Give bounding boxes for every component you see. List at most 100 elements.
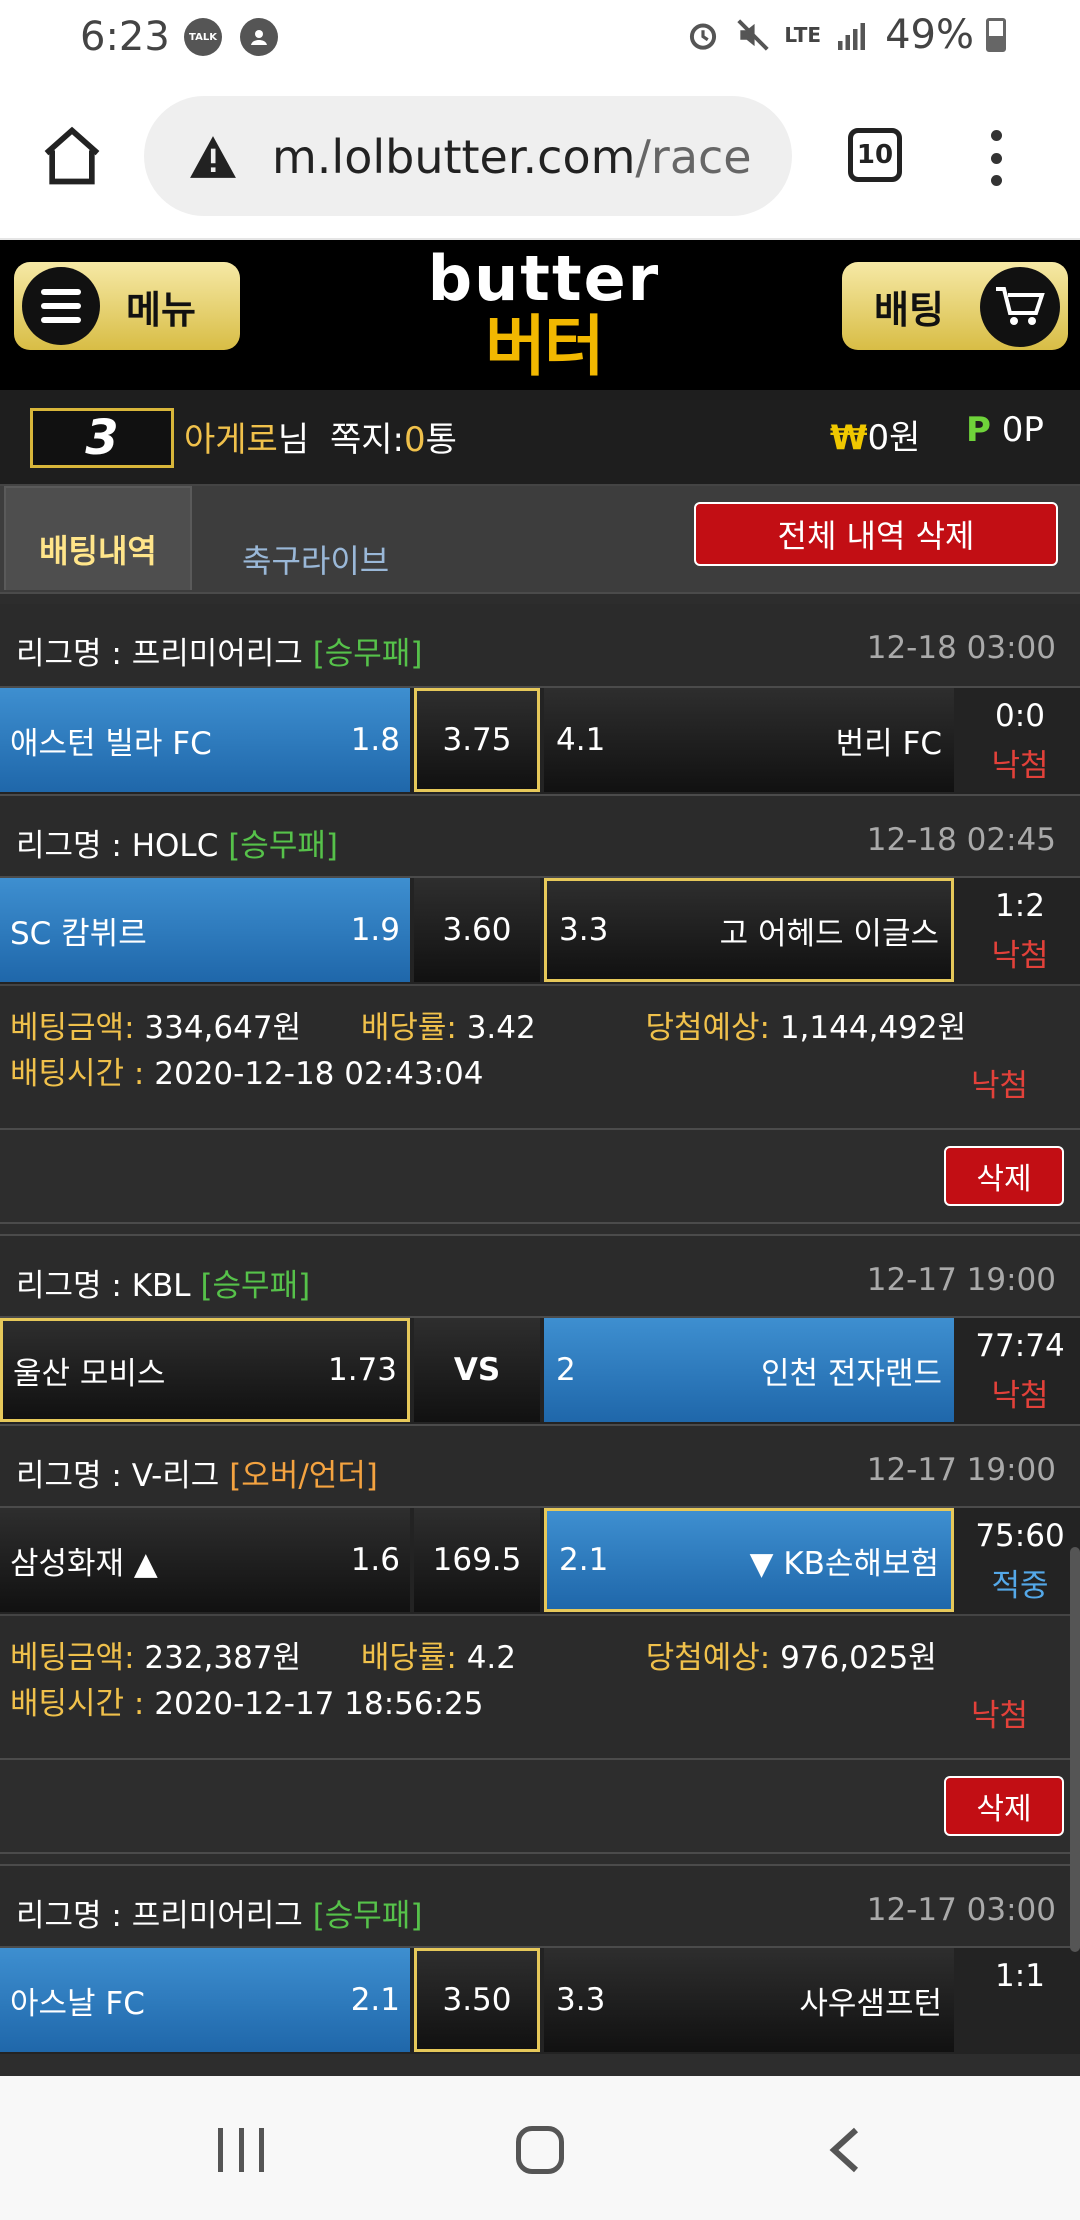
draw-option: 3.60	[414, 878, 540, 982]
home-team-option: 애스턴 빌라 FC 1.8	[0, 688, 410, 792]
match-row: 아스날 FC 2.1 3.50 3.3 사우샘프턴 1:1	[0, 1948, 1080, 2054]
match-result: 1:1	[995, 1958, 1045, 1994]
status-bar: 6:23 TALK LTE 49%	[0, 0, 1080, 72]
league-row: 리그명 : 프리미어리그 [승무패] 12-18 03:00	[0, 604, 1080, 688]
logo-english: butter	[427, 242, 661, 315]
scrollbar[interactable]	[1070, 1547, 1080, 1952]
handicap-line: 169.5	[414, 1508, 540, 1612]
signal-icon	[838, 23, 866, 50]
match-row: 애스턴 빌라 FC 1.8 3.75 4.1 번리 FC 0:0 낙첨	[0, 688, 1080, 794]
battery-icon	[986, 18, 1006, 52]
messages-label: 쪽지:	[330, 420, 405, 460]
match-time: 12-17 03:00	[866, 1892, 1056, 1928]
url-path: /race	[635, 130, 752, 184]
bet-slip-summary: 베팅금액: 232,387원 배당률: 4.2 당첨예상: 976,025원 배…	[0, 1614, 1080, 1758]
divider	[0, 592, 1080, 604]
menu-button[interactable]: 메뉴	[14, 262, 240, 350]
honorific: 님	[277, 420, 310, 460]
home-team-option: 울산 모비스 1.73	[0, 1318, 410, 1422]
away-team-option: 3.3 고 어헤드 이글스	[544, 878, 954, 982]
recent-apps-icon[interactable]	[218, 2128, 264, 2172]
delete-all-history-button[interactable]: 전체 내역 삭제	[694, 502, 1058, 566]
league-row: 리그명 : V-리그 [오버/언더] 12-17 19:00	[0, 1424, 1080, 1508]
battery-percent: 49%	[885, 12, 974, 58]
match-result: 75:60 적중	[975, 1518, 1065, 1604]
tab-switcher-button[interactable]: 10	[848, 128, 902, 182]
logo-korean: 버터	[485, 308, 604, 385]
bet-slip-summary: 베팅금액: 334,647원 배당률: 3.42 당첨예상: 1,144,492…	[0, 984, 1080, 1128]
delete-bet-button[interactable]: 삭제	[944, 1776, 1064, 1836]
site-logo[interactable]: butter 버터	[404, 246, 684, 386]
network-type: LTE	[784, 23, 822, 47]
username-text: 아게로	[184, 420, 278, 460]
delete-row: 삭제	[0, 1758, 1080, 1854]
draw-option: 3.50	[414, 1948, 540, 2052]
cart-icon	[980, 267, 1060, 347]
betting-history-list[interactable]: 리그명 : 프리미어리그 [승무패] 12-18 03:00 애스턴 빌라 FC…	[0, 592, 1080, 2076]
menu-list-icon	[22, 267, 100, 345]
betting-button-label: 배팅	[874, 287, 944, 332]
over-option: 삼성화재 ▲ 1.6	[0, 1508, 410, 1612]
match-result: 77:74 낙첨	[975, 1328, 1065, 1414]
won-icon: ₩	[830, 418, 868, 458]
url-text[interactable]: m.lolbutter.com/race	[272, 130, 777, 184]
messages-link[interactable]: 쪽지:0통	[330, 412, 457, 461]
match-row: SC 캄뷔르 1.9 3.60 3.3 고 어헤드 이글스 1:2 낙첨	[0, 878, 1080, 984]
bet-status: 낙첨	[970, 1068, 1028, 1104]
home-icon[interactable]	[38, 122, 106, 190]
match-time: 12-17 19:00	[866, 1452, 1056, 1488]
more-options-icon[interactable]	[988, 130, 1004, 186]
points: P 0P	[966, 410, 1044, 450]
away-team-option: 2 인천 전자랜드	[544, 1318, 954, 1422]
alarm-icon	[690, 23, 717, 50]
match-row: 삼성화재 ▲ 1.6 169.5 2.1 ▼ KB손해보험 75:60 적중	[0, 1508, 1080, 1614]
username: 아게로님	[184, 412, 309, 461]
tab-betting-history[interactable]: 배팅내역	[4, 486, 192, 590]
system-icons: LTE 49%	[684, 12, 1006, 58]
match-time: 12-17 19:00	[866, 1262, 1056, 1298]
league-name: 리그명 : 프리미어리그 [승무패]	[16, 1898, 423, 1934]
vs-label: VS	[414, 1318, 540, 1422]
league-name: 리그명 : KBL [승무패]	[16, 1268, 311, 1304]
away-team-option: 4.1 번리 FC	[544, 688, 954, 792]
system-navigation-bar	[0, 2076, 1080, 2220]
league-name: 리그명 : V-리그 [오버/언더]	[16, 1458, 378, 1494]
match-result: 0:0 낙첨	[991, 698, 1049, 784]
talk-notification-icon: TALK	[184, 18, 222, 56]
notification-icons: TALK	[184, 18, 278, 56]
not-secure-warning-icon[interactable]	[188, 134, 238, 180]
bet-status: 낙첨	[970, 1698, 1028, 1734]
user-level-badge: 3	[30, 408, 174, 468]
betting-cart-button[interactable]: 배팅	[842, 262, 1068, 350]
messages-count: 0	[404, 420, 426, 460]
match-result: 1:2 낙첨	[991, 888, 1049, 974]
mute-icon	[737, 19, 769, 51]
tabs-bar: 배팅내역 축구라이브 전체 내역 삭제	[0, 486, 1080, 592]
bet-time: 배팅시간 : 2020-12-18 02:43:04	[10, 1056, 484, 1092]
site-header: 메뉴 butter 버터 배팅	[0, 240, 1080, 390]
status-time: 6:23	[80, 14, 170, 60]
away-team-option: 3.3 사우샘프턴	[544, 1948, 954, 2052]
back-icon[interactable]	[826, 2126, 866, 2174]
delete-row: 삭제	[0, 1128, 1080, 1224]
delete-bet-button[interactable]: 삭제	[944, 1146, 1064, 1206]
points-icon: P	[966, 410, 991, 450]
league-row: 리그명 : 프리미어리그 [승무패] 12-17 03:00	[0, 1864, 1080, 1948]
balance-value: 0원	[867, 418, 921, 458]
match-time: 12-18 03:00	[866, 630, 1056, 666]
url-bar[interactable]: m.lolbutter.com/race	[144, 96, 792, 216]
messages-unit: 통	[425, 420, 457, 460]
account-icon	[240, 18, 278, 56]
home-nav-icon[interactable]	[516, 2126, 564, 2174]
url-host: m.lolbutter.com	[272, 130, 636, 184]
league-row: 리그명 : KBL [승무패] 12-17 19:00	[0, 1234, 1080, 1318]
bet-time: 배팅시간 : 2020-12-17 18:56:25	[10, 1686, 484, 1722]
draw-option: 3.75	[414, 688, 540, 792]
tab-soccer-live[interactable]: 축구라이브	[242, 536, 389, 582]
browser-toolbar: m.lolbutter.com/race 10	[0, 72, 1080, 240]
match-row: 울산 모비스 1.73 VS 2 인천 전자랜드 77:74 낙첨	[0, 1318, 1080, 1424]
user-info-bar: 3 아게로님 쪽지:0통 ₩0원 P 0P	[0, 390, 1080, 486]
menu-button-label: 메뉴	[126, 287, 196, 332]
points-value: 0P	[1001, 410, 1044, 450]
match-time: 12-18 02:45	[866, 822, 1056, 858]
